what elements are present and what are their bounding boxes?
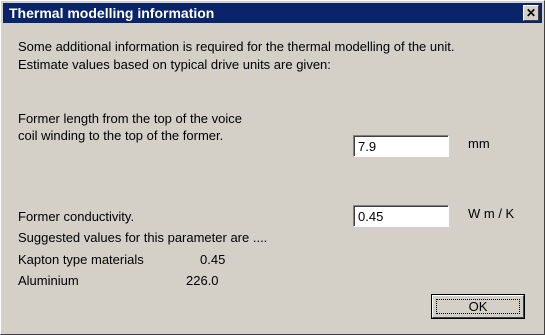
window-title: Thermal modelling information xyxy=(9,5,215,21)
former-conductivity-unit: W m / K xyxy=(468,206,515,221)
suggestions-heading: Suggested values for this parameter are … xyxy=(18,230,268,245)
suggestion-value-kapton: 0.45 xyxy=(200,252,226,267)
title-bar[interactable]: Thermal modelling information ✕ xyxy=(3,3,542,23)
former-conductivity-label: Former conductivity. xyxy=(18,209,135,224)
thermal-modelling-dialog: Thermal modelling information ✕ Some add… xyxy=(0,0,545,335)
former-length-unit: mm xyxy=(468,136,490,151)
suggestion-value-aluminium: 226.0 xyxy=(186,273,219,288)
former-length-input[interactable] xyxy=(354,136,448,156)
intro-line-2: Estimate values based on typical drive u… xyxy=(18,57,331,72)
intro-line-1: Some additional information is required … xyxy=(18,39,455,54)
former-length-label-line-2: coil winding to the top of the former. xyxy=(18,128,224,143)
former-length-label-line-1: Former length from the top of the voice xyxy=(18,111,242,126)
former-length-field[interactable] xyxy=(353,135,449,157)
ok-button-label: OK xyxy=(468,299,488,314)
former-conductivity-field[interactable] xyxy=(353,205,449,227)
close-button[interactable]: ✕ xyxy=(523,5,539,21)
ok-button[interactable]: OK xyxy=(431,294,525,319)
suggestion-material-kapton: Kapton type materials xyxy=(18,252,144,267)
close-icon: ✕ xyxy=(525,6,537,20)
suggestion-material-aluminium: Aluminium xyxy=(18,273,79,288)
former-conductivity-input[interactable] xyxy=(354,206,448,226)
